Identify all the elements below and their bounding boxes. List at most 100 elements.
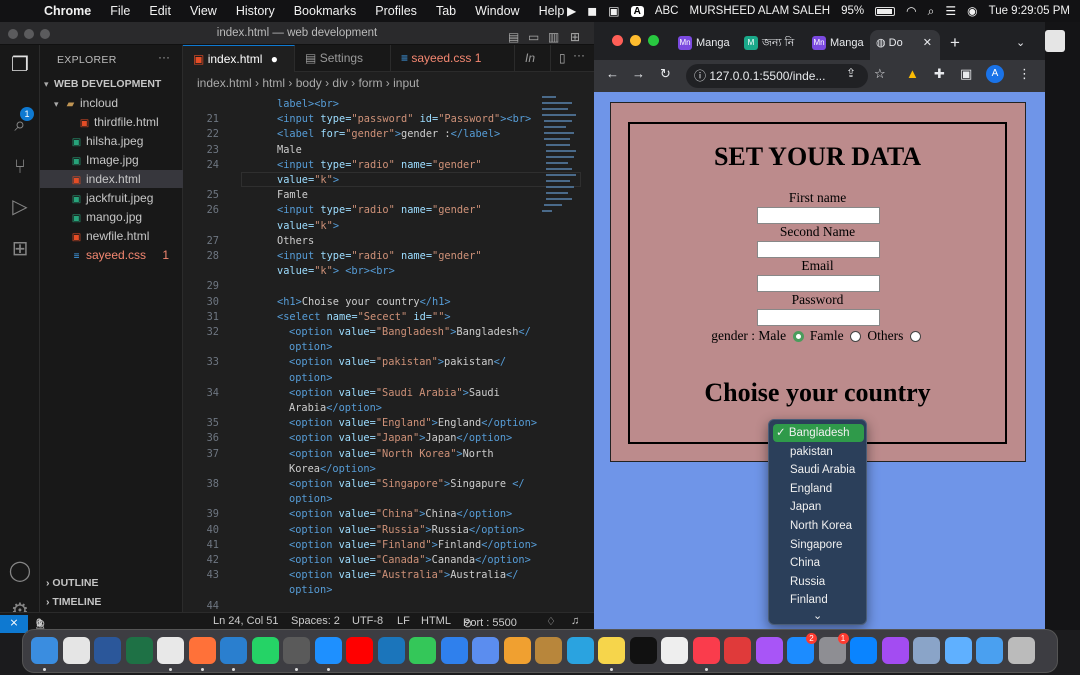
menu-edit[interactable]: Edit <box>149 4 171 18</box>
breadcrumb-item[interactable]: input <box>393 76 419 90</box>
breadcrumb-item[interactable]: index.html <box>197 76 252 90</box>
first-name-field[interactable] <box>757 207 880 224</box>
code-editor[interactable]: label><br> 21 <input type="password" id="P… <box>183 94 594 612</box>
gender-female-radio[interactable] <box>850 331 862 343</box>
gender-others-radio[interactable] <box>909 331 921 343</box>
messenger-icon[interactable] <box>881 637 909 664</box>
trash-icon[interactable] <box>1007 637 1035 664</box>
stop-icon[interactable]: ◼ <box>587 4 597 18</box>
language-mode[interactable]: HTML <box>421 615 451 627</box>
firefox-icon[interactable] <box>188 637 216 664</box>
notes-icon[interactable] <box>598 637 625 664</box>
finder-icon[interactable] <box>31 637 58 664</box>
minimap[interactable] <box>540 94 582 234</box>
country-option[interactable]: North Korea <box>773 517 864 535</box>
notifications-bell-icon[interactable]: ♫ <box>571 615 579 627</box>
tree-item-mango[interactable]: ▣ mango.jpg <box>40 208 183 226</box>
breadcrumb-item[interactable]: div <box>332 76 347 90</box>
split-editor-icon[interactable]: ▯ <box>559 51 566 65</box>
more-actions-icon[interactable]: ··· <box>158 50 170 64</box>
reload-button[interactable]: ↻ <box>660 66 671 82</box>
browser-tab[interactable]: Mn Manga <box>678 30 730 60</box>
remote-icon[interactable]: ⨯ <box>0 615 28 633</box>
menu-profiles[interactable]: Profiles <box>375 4 417 18</box>
tree-item-incloud[interactable]: ▾ ▰ incloud <box>40 94 183 112</box>
country-option[interactable]: pakistan <box>773 443 864 461</box>
extensions-icon[interactable]: ⊞ <box>8 237 32 261</box>
screenshot-icon[interactable]: ▣ <box>608 4 619 18</box>
tree-item-image[interactable]: ▣ Image.jpg <box>40 151 183 169</box>
country-option[interactable]: Russia <box>773 573 864 591</box>
copilot-icon[interactable]: ♢ <box>546 615 556 628</box>
forward-button[interactable]: → <box>632 66 645 81</box>
excel-icon[interactable] <box>125 637 153 664</box>
messages-icon[interactable] <box>409 637 436 664</box>
browser-tab[interactable]: M জন্য নি <box>744 30 794 60</box>
country-option[interactable]: ✓ Bangladesh <box>773 424 864 442</box>
gender-male-radio[interactable] <box>792 331 804 343</box>
unsaved-dot-icon[interactable]: ● <box>271 52 278 66</box>
tree-item-sayeed-css[interactable]: ≡ sayeed.css 1 <box>40 246 183 264</box>
country-select-dropdown[interactable]: ⌄ ✓ Bangladesh pakistan Saudi Arabia Englan… <box>768 419 867 625</box>
tab-index-html[interactable]: ▣ index.html ● <box>183 45 295 72</box>
share-icon[interactable]: ⇪ <box>846 66 856 80</box>
menu-tab[interactable]: Tab <box>436 4 456 18</box>
bookmark-star-icon[interactable]: ☆ <box>874 66 886 82</box>
bluetooth-icon[interactable] <box>850 637 877 664</box>
cursor-position[interactable]: Ln 24, Col 51 <box>213 615 278 627</box>
whatsapp-icon[interactable] <box>251 637 279 664</box>
contacts-icon[interactable] <box>535 637 562 664</box>
testflight-icon[interactable] <box>724 637 751 664</box>
account-icon[interactable]: ◯ <box>8 559 32 583</box>
tree-item-jackfruit[interactable]: ▣ jackfruit.jpeg <box>40 189 183 207</box>
breadcrumb-item[interactable]: body <box>296 76 322 90</box>
reminders-icon[interactable] <box>661 637 688 664</box>
vscode-icon[interactable] <box>220 637 247 664</box>
password-field[interactable] <box>757 309 880 326</box>
tree-item-hilsha[interactable]: ▣ hilsha.jpeg <box>40 132 183 150</box>
drive-extension-icon[interactable]: ▲ <box>906 66 919 81</box>
breadcrumb-item[interactable]: form <box>358 76 382 90</box>
chrome-menu-icon[interactable]: ⋮ <box>1018 66 1031 82</box>
mail-icon[interactable] <box>440 637 468 664</box>
tree-item-newfile[interactable]: ▣ newfile.html <box>40 227 183 245</box>
photos-icon[interactable] <box>503 637 531 664</box>
word-icon[interactable] <box>94 637 121 664</box>
minimize-window-button[interactable] <box>24 29 34 39</box>
wifi-icon[interactable]: ◠ <box>906 4 916 18</box>
clock[interactable]: Tue 9:29:05 PM <box>989 5 1070 17</box>
breadcrumb-item[interactable]: html <box>262 76 285 90</box>
files-icon[interactable] <box>944 637 972 664</box>
side-panel-icon[interactable]: ▣ <box>960 66 972 82</box>
country-option[interactable]: Japan <box>773 498 864 516</box>
close-window-button[interactable] <box>612 35 623 46</box>
browser-tab[interactable]: Mn Manga <box>812 30 864 60</box>
scroll-down-chevron-icon[interactable]: ⌄ <box>813 609 822 622</box>
close-window-button[interactable] <box>8 29 18 39</box>
profile-avatar[interactable]: A <box>986 65 1004 83</box>
telegram-icon[interactable] <box>566 637 594 664</box>
menu-bookmarks[interactable]: Bookmarks <box>294 4 357 18</box>
control-center-icon[interactable]: ☰ <box>945 4 956 18</box>
menu-help[interactable]: Help <box>539 4 565 18</box>
imo-icon[interactable] <box>377 637 405 664</box>
search-icon[interactable]: ⌕ <box>928 4 935 19</box>
timeline-section[interactable]: › TIMELINE <box>46 596 101 608</box>
zoom-window-button[interactable] <box>648 35 659 46</box>
extensions-puzzle-icon[interactable]: ✚ <box>934 66 945 82</box>
indentation[interactable]: Spaces: 2 <box>291 615 340 627</box>
folder-icon[interactable] <box>976 637 1003 664</box>
more-actions-icon[interactable]: ··· <box>573 48 585 62</box>
tree-item-thirdfile[interactable]: ▣ thirdfile.html <box>40 113 183 131</box>
zoom-window-button[interactable] <box>40 29 50 39</box>
tab-preview[interactable]: In <box>515 45 551 72</box>
menu-app-name[interactable]: Chrome <box>44 4 91 18</box>
youtube-icon[interactable] <box>346 637 373 664</box>
tv-icon[interactable] <box>629 637 657 664</box>
country-option[interactable]: Singapore <box>773 536 864 554</box>
music-icon[interactable] <box>692 637 720 664</box>
menu-history[interactable]: History <box>236 4 275 18</box>
podcasts-icon[interactable] <box>755 637 783 664</box>
maps-icon[interactable] <box>472 637 499 664</box>
end-of-line[interactable]: LF <box>397 615 410 627</box>
